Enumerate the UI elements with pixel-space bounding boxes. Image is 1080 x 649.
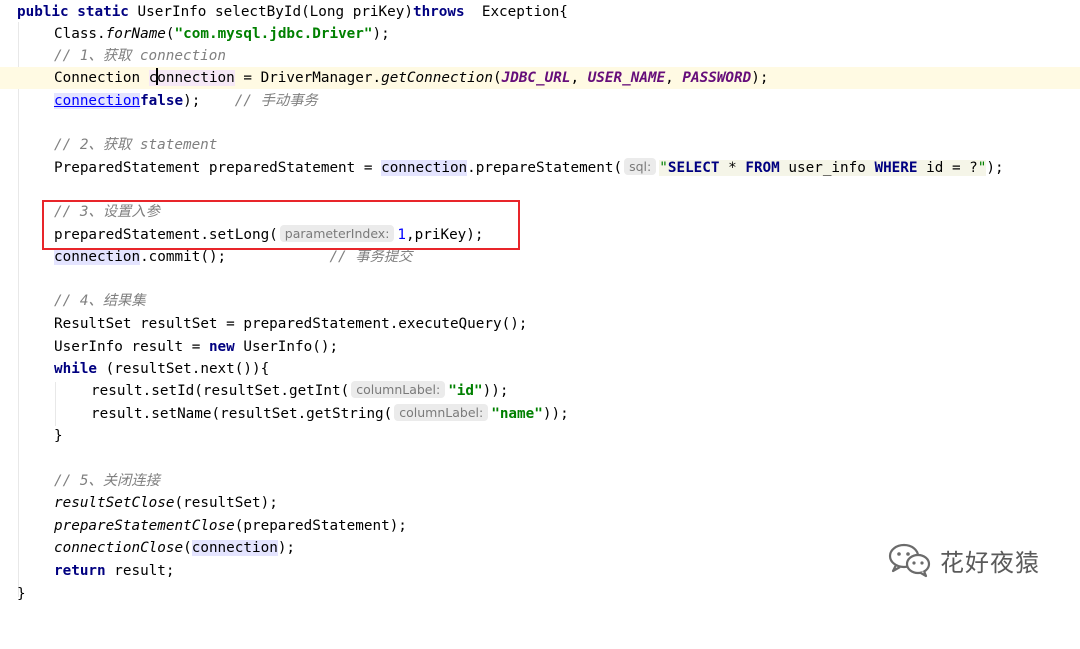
string-literal: "id" <box>448 383 483 399</box>
sql-text: user_info <box>779 160 875 176</box>
method-name: getConnection <box>381 70 493 86</box>
method-name: resultSetClose <box>54 495 175 511</box>
code-line-5: connectionfalse); // 手动事务 <box>0 90 1080 112</box>
code-line-19: result.setName(resultSet.getString(colum… <box>0 403 1080 425</box>
comment: // 1、获取 connection <box>54 48 227 64</box>
code-text: ResultSet resultSet = preparedStatement.… <box>54 316 528 332</box>
code-text: ( <box>493 70 502 86</box>
keyword: false <box>140 93 184 109</box>
code-text: = DriverManager. <box>234 70 382 86</box>
comment: // 5、关闭连接 <box>54 473 160 489</box>
code-line-1: public static UserInfo selectById(Long p… <box>0 1 1080 23</box>
code-text: (resultSet); <box>174 495 278 511</box>
string-literal: "name" <box>491 406 543 422</box>
parameter-hint: columnLabel: <box>394 404 489 421</box>
keyword: public <box>17 4 69 20</box>
variable-name: connection <box>54 249 141 265</box>
code-text: UserInfo result = <box>54 339 209 355</box>
method-signature: UserInfo selectById(Long priKey) <box>128 4 413 20</box>
sql-keyword: WHERE <box>874 160 918 176</box>
code-line-18: result.setId(resultSet.getInt(columnLabe… <box>0 380 1080 402</box>
code-line-16: UserInfo result = new UserInfo(); <box>0 336 1080 358</box>
code-line-15: ResultSet resultSet = preparedStatement.… <box>0 313 1080 335</box>
keyword: throws <box>412 4 465 20</box>
code-text: ); <box>751 70 769 86</box>
watermark-text: 花好夜猿 <box>940 548 1040 577</box>
code-text: )); <box>482 383 509 399</box>
variable-name: connection <box>191 540 278 556</box>
code-text: (preparedStatement); <box>234 518 407 534</box>
parameter-hint: sql: <box>624 158 657 175</box>
comment: // 4、结果集 <box>54 293 146 309</box>
code-text: , <box>570 70 588 86</box>
code-line-22: // 5、关闭连接 <box>0 470 1080 492</box>
code-line-14: // 4、结果集 <box>0 290 1080 312</box>
code-text: } <box>17 586 26 602</box>
comment: // 2、获取 statement <box>54 137 218 153</box>
code-text: Connection <box>54 70 149 86</box>
variable-name: connection <box>381 160 468 176</box>
code-line-24: prepareStatementClose(preparedStatement)… <box>0 515 1080 537</box>
highlight-box <box>42 200 520 250</box>
code-text: .prepareStatement( <box>467 160 623 176</box>
code-line-20: } <box>0 425 1080 447</box>
keyword: while <box>54 361 98 377</box>
sql-text: id = ? <box>917 160 978 176</box>
code-line-7: // 2、获取 statement <box>0 134 1080 156</box>
watermark: 花好夜猿 <box>888 540 1040 580</box>
comment: // 事务提交 <box>329 249 413 265</box>
code-text: result.setId(resultSet.getInt( <box>91 383 350 399</box>
code-line-3: // 1、获取 connection <box>0 45 1080 67</box>
wechat-icon <box>888 543 931 578</box>
constant: JDBC_URL <box>501 70 571 86</box>
variable-name: onnection <box>157 70 235 86</box>
code-text: , <box>665 70 683 86</box>
code-text: )); <box>542 406 569 422</box>
keyword: static <box>77 4 129 20</box>
keyword: return <box>54 563 106 579</box>
code-line-23: resultSetClose(resultSet); <box>0 492 1080 514</box>
code-text: ( <box>165 26 175 42</box>
code-line-8: PreparedStatement preparedStatement = co… <box>0 157 1080 179</box>
string-literal: "com.mysql.jdbc.Driver" <box>174 26 373 42</box>
sql-keyword: SELECT <box>667 160 720 176</box>
code-text: ); <box>986 160 1004 176</box>
code-line-17: while (resultSet.next()){ <box>0 358 1080 380</box>
constant: USER_NAME <box>587 70 666 86</box>
exception-type: Exception{ <box>464 4 568 20</box>
sql-text: * <box>719 160 746 176</box>
code-text: (resultSet.next()){ <box>97 361 270 377</box>
code-line-4: Connection connection = DriverManager.ge… <box>0 67 1080 89</box>
code-text: Class. <box>54 26 106 42</box>
code-line-27: } <box>0 583 1080 605</box>
code-editor[interactable]: public static UserInfo selectById(Long p… <box>0 0 1080 607</box>
variable-link[interactable]: connection <box>54 93 141 109</box>
code-text: ); <box>183 93 201 109</box>
comment: // 手动事务 <box>234 93 318 109</box>
code-text: } <box>54 428 63 444</box>
code-text: .commit(); <box>140 249 227 265</box>
code-text: ); <box>372 26 390 42</box>
code-text: result; <box>105 563 175 579</box>
keyword: new <box>208 339 235 355</box>
code-text: UserInfo(); <box>234 339 339 355</box>
code-line-2: Class.forName("com.mysql.jdbc.Driver"); <box>0 23 1080 45</box>
sql-keyword: FROM <box>745 160 780 176</box>
code-text: ( <box>183 540 192 556</box>
constant: PASSWORD <box>682 70 752 86</box>
parameter-hint: columnLabel: <box>351 381 446 398</box>
code-text: ); <box>277 540 296 556</box>
code-text: PreparedStatement preparedStatement = <box>54 160 382 176</box>
string-quote: " <box>659 160 668 176</box>
method-name: prepareStatementClose <box>54 518 235 534</box>
code-text: result.setName(resultSet.getString( <box>91 406 393 422</box>
method-name: connectionClose <box>54 540 184 556</box>
method-name: forName <box>105 26 166 42</box>
